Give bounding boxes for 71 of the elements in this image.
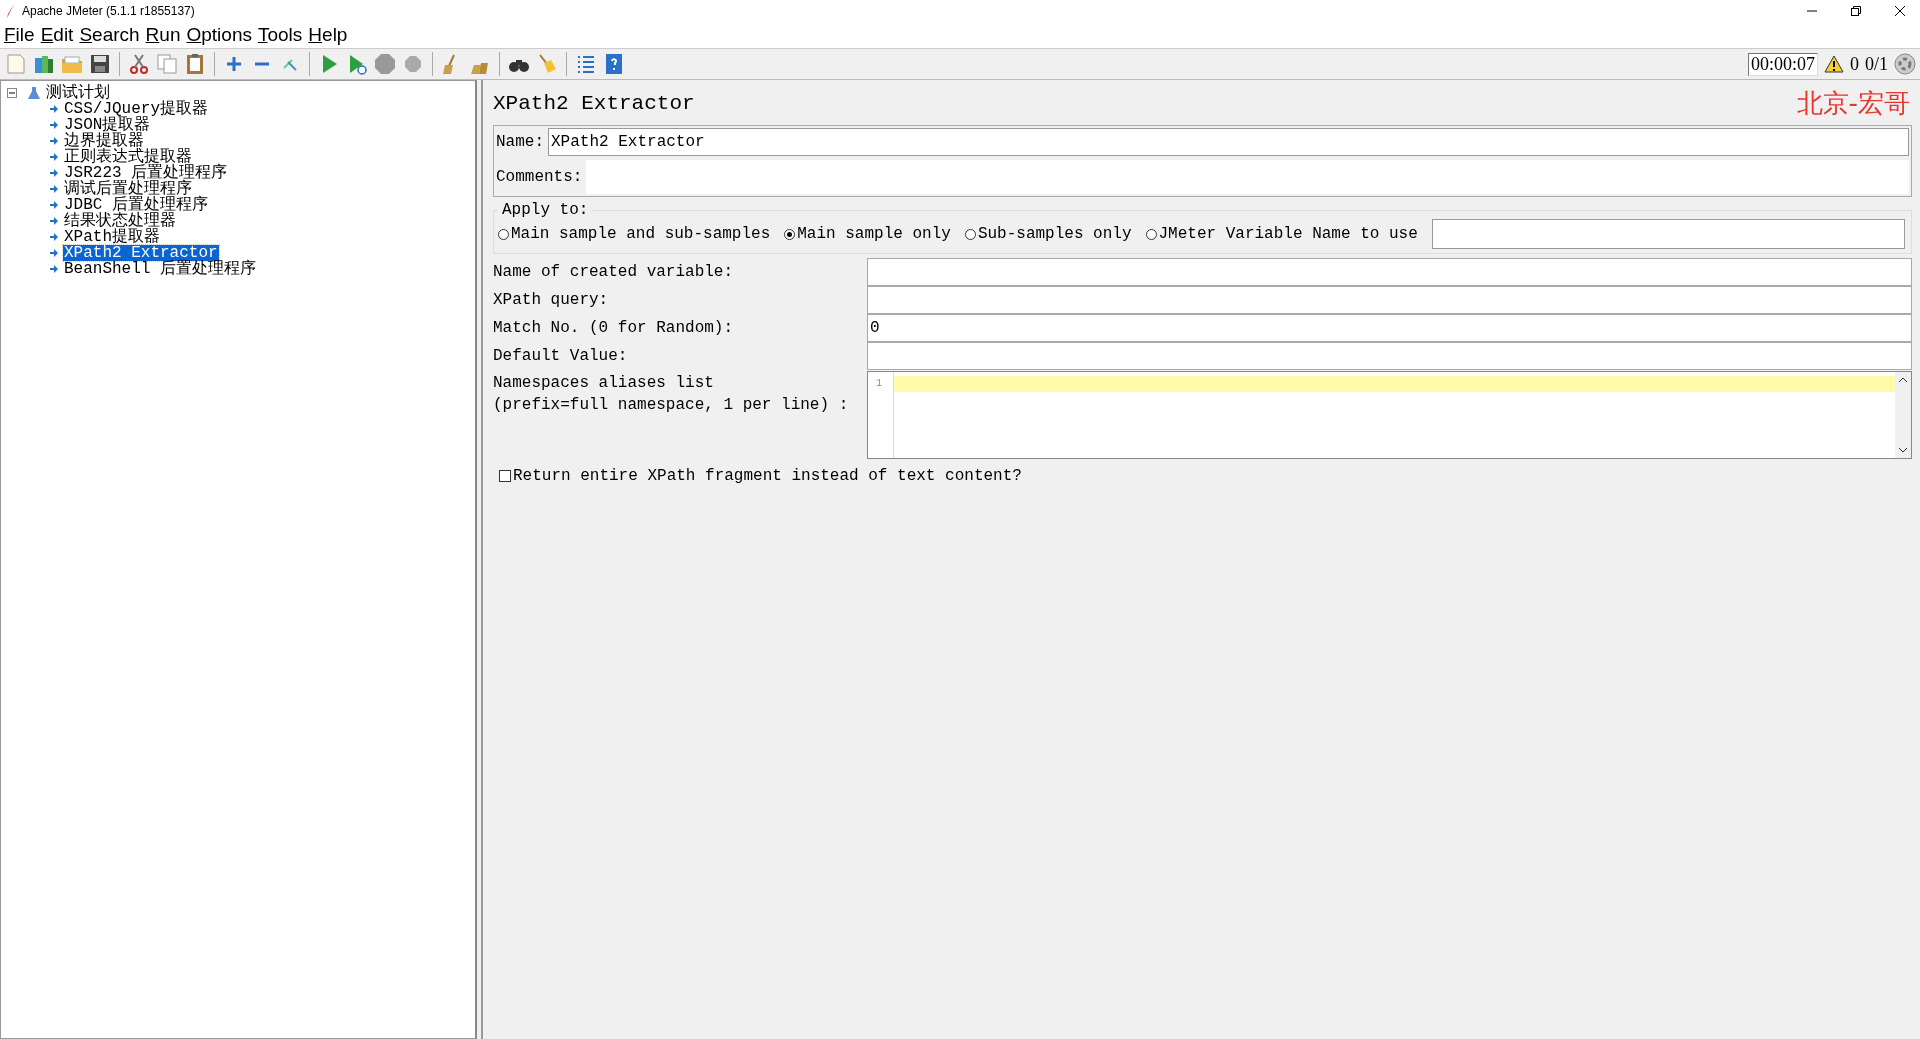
tree-item[interactable]: XPath2 Extractor xyxy=(63,245,219,261)
namespaces-label: Namespaces aliases list (prefix=full namespace, 1 per line) : xyxy=(493,373,850,416)
menu-item[interactable]: Edit xyxy=(38,24,78,46)
warning-count: 0 xyxy=(1850,53,1859,75)
arrow-icon xyxy=(49,231,59,243)
namespaces-editor[interactable]: 1 xyxy=(867,371,1912,459)
panel-title: XPath2 Extractor xyxy=(493,92,695,115)
thread-count: 0/1 xyxy=(1865,53,1888,75)
line-number: 1 xyxy=(876,378,882,389)
tree-item[interactable]: 边界提取器 xyxy=(63,133,145,149)
menu-item[interactable]: Help xyxy=(306,24,352,46)
variable-name-field[interactable] xyxy=(1431,219,1905,249)
field-label: Default Value: xyxy=(493,346,629,367)
field-label: Match No. (0 for Random): xyxy=(493,318,735,339)
tree-item[interactable]: 正则表达式提取器 xyxy=(63,149,193,165)
radio-button[interactable] xyxy=(964,228,976,240)
field-label: Name of created variable: xyxy=(493,262,735,283)
menu-item[interactable]: Run xyxy=(143,24,185,46)
arrow-icon xyxy=(49,167,59,179)
radio-label[interactable]: Main sample and sub-samples xyxy=(511,225,771,243)
arrow-icon xyxy=(49,247,59,259)
menu-item[interactable]: Options xyxy=(184,24,256,46)
arrow-icon xyxy=(49,119,59,131)
arrow-icon xyxy=(49,263,59,275)
arrow-icon xyxy=(49,103,59,115)
tree-item[interactable]: BeanShell 后置处理程序 xyxy=(63,261,257,277)
checkbox-label[interactable]: Return entire XPath fragment instead of text content? xyxy=(513,467,1022,485)
comments-label: Comments: xyxy=(496,168,583,186)
arrow-icon xyxy=(49,215,59,227)
timer: 00:00:07 xyxy=(1747,52,1818,76)
input-field[interactable]: 0 xyxy=(867,314,1912,342)
tree-item[interactable]: XPath提取器 xyxy=(63,229,161,245)
stop-icon[interactable] xyxy=(373,52,397,76)
menu-item[interactable]: Tools xyxy=(255,24,307,46)
status-icon xyxy=(1894,53,1916,75)
collapse-icon[interactable] xyxy=(7,88,17,98)
scrollbar[interactable] xyxy=(1895,372,1911,458)
warning-icon[interactable] xyxy=(1824,55,1844,73)
radio-label[interactable]: Main sample only xyxy=(797,225,951,243)
close-icon[interactable] xyxy=(1894,5,1906,17)
arrow-icon xyxy=(49,151,59,163)
checkbox[interactable] xyxy=(499,470,511,482)
tree-item[interactable]: CSS/JQuery提取器 xyxy=(63,101,209,117)
menu-item[interactable]: Search xyxy=(77,24,144,46)
name-label: Name: xyxy=(496,133,544,151)
arrow-icon xyxy=(49,183,59,195)
radio-button[interactable] xyxy=(784,228,796,240)
flask-icon xyxy=(27,86,41,100)
input-field[interactable] xyxy=(867,286,1912,314)
menu-item[interactable]: File xyxy=(2,24,39,46)
radio-button[interactable] xyxy=(498,228,509,240)
field-label: XPath query: xyxy=(493,290,610,311)
restore-icon[interactable] xyxy=(1850,5,1862,17)
arrow-icon xyxy=(49,135,59,147)
name-field[interactable]: XPath2 Extractor xyxy=(548,128,1909,156)
save-icon[interactable] xyxy=(88,52,112,76)
radio-button[interactable] xyxy=(1145,228,1157,240)
tree-item[interactable]: 测试计划 xyxy=(45,85,111,101)
arrow-icon xyxy=(49,199,59,211)
scissors-icon[interactable] xyxy=(127,52,151,76)
radio-label[interactable]: JMeter Variable Name to use xyxy=(1158,225,1418,243)
tree-item[interactable]: JSON提取器 xyxy=(63,117,152,133)
scroll-down-icon[interactable] xyxy=(1898,446,1908,454)
author-label: 北京-宏哥 xyxy=(1796,87,1910,120)
window-title: Apache JMeter (5.1.1 r1855137) xyxy=(22,4,195,18)
input-field[interactable] xyxy=(867,342,1912,370)
apply-to-legend: Apply to: xyxy=(498,201,593,219)
radio-label[interactable]: Sub-samples only xyxy=(977,225,1132,243)
tree-item[interactable]: JSR223 后置处理程序 xyxy=(63,165,229,181)
input-field[interactable] xyxy=(867,258,1912,286)
scroll-up-icon[interactable] xyxy=(1898,376,1908,384)
